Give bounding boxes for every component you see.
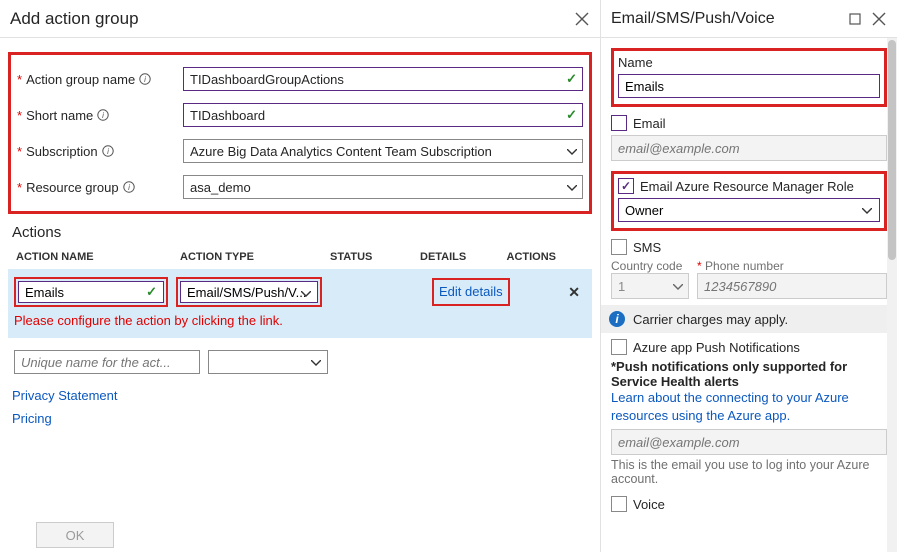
subscription-value: Azure Big Data Analytics Content Team Su… [190, 144, 492, 159]
check-icon: ✓ [146, 284, 157, 300]
scrollbar-thumb[interactable] [888, 40, 896, 260]
scrollbar[interactable] [887, 38, 897, 552]
col-actions: ACTIONS [496, 251, 556, 263]
configure-warning: Please configure the action by clicking … [14, 313, 586, 328]
name-highlight-box: Name [611, 48, 887, 107]
chevron-down-icon [862, 201, 872, 219]
close-icon[interactable] [871, 11, 887, 27]
action-type-select[interactable]: Email/SMS/Push/V... [180, 281, 318, 303]
arm-role-value: Owner [625, 203, 663, 218]
push-note: *Push notifications only supported for S… [611, 359, 887, 389]
actions-heading: Actions [12, 224, 592, 241]
resource-group-label: Resource group [26, 180, 119, 195]
sms-label: SMS [633, 240, 661, 255]
subscription-select[interactable]: Azure Big Data Analytics Content Team Su… [183, 139, 583, 163]
info-icon[interactable]: i [97, 109, 109, 121]
email-sms-push-voice-panel: Email/SMS/Push/Voice Name Email ✓ Email … [601, 0, 897, 552]
check-icon: ✓ [566, 71, 577, 87]
sms-checkbox[interactable] [611, 239, 627, 255]
push-checkbox[interactable] [611, 339, 627, 355]
svg-text:i: i [144, 75, 146, 84]
country-code-label: Country code [611, 259, 689, 273]
short-name-input[interactable] [183, 103, 583, 127]
new-action-name-input[interactable] [14, 350, 200, 374]
country-code-value: 1 [618, 279, 625, 294]
info-icon[interactable]: i [139, 73, 151, 85]
push-learn-link[interactable]: Learn about the connecting to your Azure… [611, 390, 849, 423]
privacy-statement-link[interactable]: Privacy Statement [12, 388, 592, 403]
chevron-down-icon [301, 285, 311, 300]
edit-details-link[interactable]: Edit details [439, 284, 503, 299]
email-label: Email [633, 116, 666, 131]
name-label: Name [618, 55, 880, 70]
right-panel-header: Email/SMS/Push/Voice [601, 0, 897, 38]
resource-group-select[interactable]: asa_demo [183, 175, 583, 199]
subscription-label: Subscription [26, 144, 98, 159]
push-hint: This is the email you use to log into yo… [611, 458, 887, 486]
info-icon: i [609, 311, 625, 327]
svg-text:i: i [102, 111, 104, 120]
action-group-name-input[interactable] [183, 67, 583, 91]
email-input[interactable] [611, 135, 887, 161]
pricing-link[interactable]: Pricing [12, 411, 592, 426]
action-type-value: Email/SMS/Push/V... [187, 285, 306, 300]
svg-text:i: i [107, 147, 109, 156]
remove-action-icon[interactable]: ✕ [562, 284, 586, 301]
col-details: DETAILS [420, 251, 496, 263]
right-panel-title: Email/SMS/Push/Voice [611, 10, 839, 28]
chevron-down-icon [673, 277, 683, 295]
carrier-info-bar: i Carrier charges may apply. [601, 305, 897, 333]
actions-table-header: ACTION NAME ACTION TYPE STATUS DETAILS A… [8, 247, 592, 267]
arm-role-label: Email Azure Resource Manager Role [640, 179, 854, 194]
arm-role-select[interactable]: Owner [618, 198, 880, 222]
col-status: STATUS [330, 251, 420, 263]
arm-role-checkbox[interactable]: ✓ [618, 178, 634, 194]
action-name-value: Emails [25, 285, 64, 300]
required-star: * [697, 259, 702, 273]
new-action-type-select[interactable] [208, 350, 328, 374]
voice-label: Voice [633, 497, 665, 512]
left-panel-header: Add action group [0, 0, 600, 38]
voice-checkbox[interactable] [611, 496, 627, 512]
short-name-label: Short name [26, 108, 93, 123]
action-row-highlighted: Emails ✓ Email/SMS/Push/V... Edit detail… [8, 269, 592, 338]
arm-role-highlight-box: ✓ Email Azure Resource Manager Role Owne… [611, 171, 887, 231]
check-icon: ✓ [566, 107, 577, 123]
resource-group-value: asa_demo [190, 180, 251, 195]
left-panel-title: Add action group [10, 9, 566, 29]
col-action-name: ACTION NAME [12, 251, 180, 263]
col-action-type: ACTION TYPE [180, 251, 330, 263]
phone-number-label: Phone number [705, 259, 784, 273]
push-label: Azure app Push Notifications [633, 340, 800, 355]
restore-icon[interactable] [847, 11, 863, 27]
action-name-input[interactable]: Emails ✓ [18, 281, 164, 303]
email-checkbox[interactable] [611, 115, 627, 131]
info-icon[interactable]: i [123, 181, 135, 193]
svg-text:i: i [128, 183, 130, 192]
phone-number-input[interactable] [697, 273, 887, 299]
required-fields-highlight: * Action group name i ✓ * Short name i [8, 52, 592, 214]
close-icon[interactable] [574, 11, 590, 27]
required-star: * [17, 72, 22, 87]
add-action-group-panel: Add action group * Action group name i ✓… [0, 0, 601, 552]
required-star: * [17, 108, 22, 123]
push-email-input[interactable] [611, 429, 887, 455]
required-star: * [17, 180, 22, 195]
info-icon[interactable]: i [102, 145, 114, 157]
ok-button[interactable]: OK [36, 522, 114, 548]
new-action-row [8, 338, 592, 386]
action-group-name-label: Action group name [26, 72, 135, 87]
chevron-down-icon [311, 353, 321, 371]
name-input[interactable] [618, 74, 880, 98]
carrier-message: Carrier charges may apply. [633, 312, 788, 327]
required-star: * [17, 144, 22, 159]
